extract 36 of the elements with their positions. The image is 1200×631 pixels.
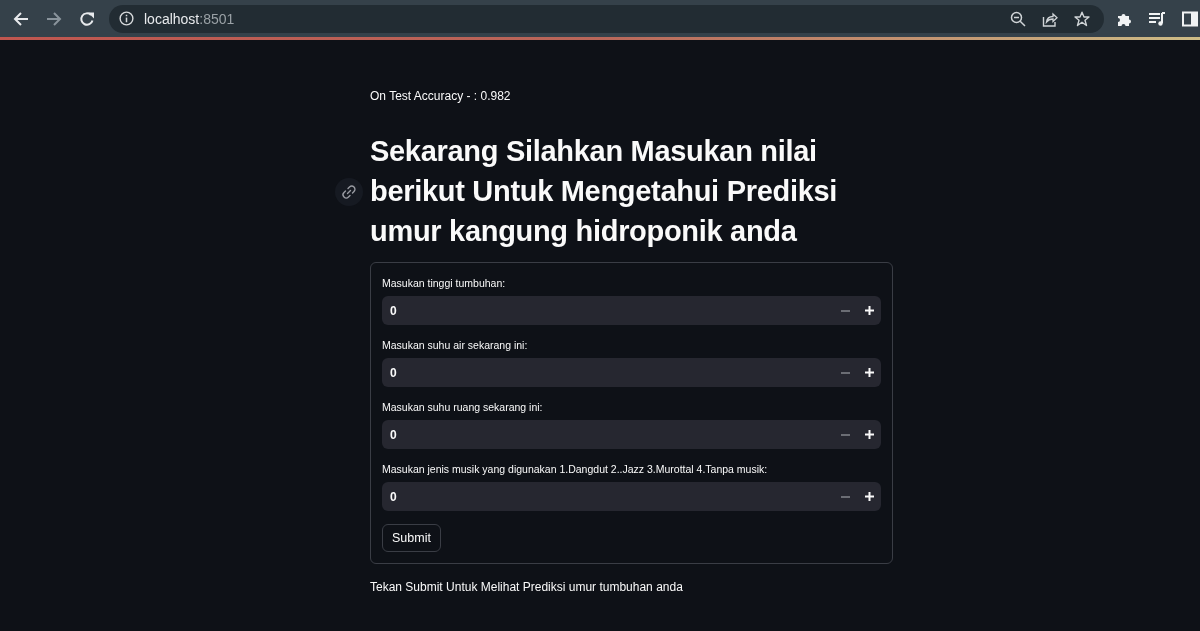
zoom-out-icon[interactable]: [1010, 10, 1026, 27]
back-arrow-icon: [13, 10, 29, 27]
address-bar[interactable]: localhost:8501: [109, 4, 1104, 33]
info-icon[interactable]: [119, 11, 134, 26]
increment-button[interactable]: [857, 358, 881, 387]
hint-text: Tekan Submit Untuk Melihat Prediksi umur tumbuhan anda: [370, 579, 684, 595]
plus-icon: [864, 430, 874, 439]
increment-button[interactable]: [857, 296, 881, 325]
field-label: Masukan jenis musik yang digunakan 1.Dangdut 2..Jazz 3.Murottal 4.Tanpa musik:: [382, 462, 769, 476]
star-icon[interactable]: [1074, 10, 1090, 27]
number-input[interactable]: 0: [382, 420, 834, 449]
accuracy-text: On Test Accuracy - : 0.982: [370, 88, 512, 104]
minus-icon: [841, 495, 850, 498]
minus-icon: [841, 309, 850, 312]
share-icon[interactable]: [1042, 10, 1058, 27]
submit-button[interactable]: Submit: [382, 524, 441, 552]
field-label: Masukan suhu air sekarang ini:: [382, 338, 529, 352]
minus-icon: [841, 371, 850, 374]
forward-arrow-icon: [46, 10, 62, 27]
url-text[interactable]: localhost:8501: [144, 10, 235, 27]
plus-icon: [864, 368, 874, 377]
link-icon[interactable]: [335, 178, 363, 206]
side-panel-icon[interactable]: [1182, 10, 1198, 27]
increment-button[interactable]: [857, 420, 881, 449]
media-list-icon[interactable]: [1148, 10, 1166, 27]
minus-icon: [841, 433, 850, 436]
number-input[interactable]: 0: [382, 296, 834, 325]
increment-button[interactable]: [857, 482, 881, 511]
number-input[interactable]: 0: [382, 482, 834, 511]
field-label: Masukan suhu ruang sekarang ini:: [382, 400, 544, 414]
plus-icon: [864, 492, 874, 501]
reload-icon: [79, 10, 95, 27]
page-heading: Sekarang Silahkan Masukan nilai berikut Untuk Mengetahui Prediksi umur kangung hidroponik anda: [370, 134, 839, 249]
field-label: Masukan tinggi tumbuhan:: [382, 276, 507, 290]
number-input[interactable]: 0: [382, 358, 834, 387]
plus-icon: [864, 306, 874, 315]
